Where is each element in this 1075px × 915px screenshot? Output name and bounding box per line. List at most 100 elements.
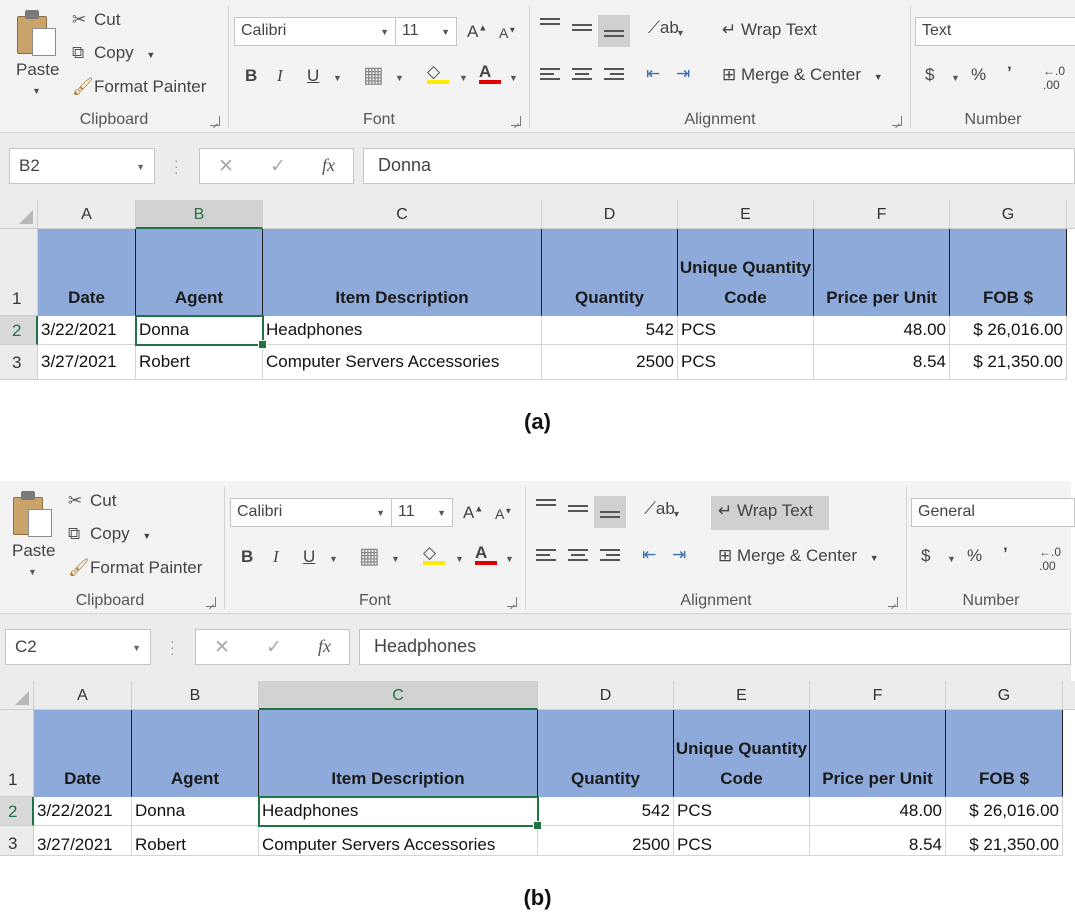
- column-header-d[interactable]: D: [542, 200, 678, 229]
- borders-icon[interactable]: ▦: [359, 543, 380, 569]
- cut-button[interactable]: ✂ Cut: [68, 491, 116, 511]
- merge-center-button[interactable]: ⊞ Merge & Center ▼: [722, 65, 883, 85]
- increase-decimal-icon[interactable]: ←.0.00: [1039, 545, 1061, 573]
- bottom-align-icon[interactable]: [604, 26, 624, 42]
- cell-b3[interactable]: Robert: [136, 345, 263, 380]
- borders-dropdown-icon[interactable]: ▼: [391, 554, 400, 564]
- cell-g3[interactable]: $ 21,350.00: [950, 345, 1067, 380]
- column-header-g[interactable]: G: [946, 681, 1063, 710]
- cancel-icon[interactable]: ✕: [218, 155, 234, 178]
- column-header-b[interactable]: B: [132, 681, 259, 710]
- cell-e2[interactable]: PCS: [674, 797, 810, 826]
- name-box[interactable]: C2 ▼: [5, 629, 151, 665]
- cancel-icon[interactable]: ✕: [214, 636, 230, 659]
- grow-font-icon[interactable]: A▲: [463, 503, 483, 523]
- formula-input[interactable]: Headphones: [359, 629, 1071, 665]
- font-size-select[interactable]: 11 ▼: [395, 17, 457, 46]
- copy-button[interactable]: ⧉ Copy ▼: [72, 43, 155, 63]
- header-cell-unique-quantity-code[interactable]: Unique Quantity Code: [674, 710, 810, 797]
- decrease-indent-icon[interactable]: ⇤: [646, 64, 660, 84]
- cell-a3[interactable]: 3/27/2021: [38, 345, 136, 380]
- paste-icon[interactable]: [17, 10, 59, 56]
- paste-button[interactable]: Paste: [16, 60, 59, 80]
- wrap-text-button[interactable]: ↵ Wrap Text: [722, 20, 817, 40]
- underline-button[interactable]: U: [303, 547, 315, 567]
- cell-g2[interactable]: $ 26,016.00: [946, 797, 1063, 826]
- copy-dropdown-icon[interactable]: ▼: [142, 531, 151, 541]
- enter-check-icon[interactable]: ✓: [266, 636, 282, 659]
- align-center-icon[interactable]: [572, 68, 592, 84]
- header-cell-item-description[interactable]: Item Description: [263, 229, 542, 316]
- column-header-d[interactable]: D: [538, 681, 674, 710]
- row-header-2[interactable]: 2: [0, 316, 38, 345]
- comma-button[interactable]: ’: [1007, 63, 1012, 83]
- orientation-dropdown-icon[interactable]: ▼: [672, 509, 681, 519]
- cell-a3[interactable]: 3/27/2021: [34, 826, 132, 856]
- decrease-indent-icon[interactable]: ⇤: [642, 545, 656, 565]
- header-cell-price-per-unit[interactable]: Price per Unit: [814, 229, 950, 316]
- bottom-align-icon[interactable]: [600, 507, 620, 523]
- cell-a2[interactable]: 3/22/2021: [38, 316, 136, 345]
- font-color-icon[interactable]: A: [479, 62, 501, 84]
- column-header-a[interactable]: A: [34, 681, 132, 710]
- paste-dropdown-icon[interactable]: ▼: [32, 86, 41, 96]
- orientation-dropdown-icon[interactable]: ▼: [676, 28, 685, 38]
- bold-button[interactable]: B: [241, 547, 253, 567]
- align-left-icon[interactable]: [536, 549, 556, 565]
- cell-c3[interactable]: Computer Servers Accessories: [263, 345, 542, 380]
- fill-color-icon[interactable]: ◇: [427, 62, 449, 84]
- font-size-select[interactable]: 11 ▼: [391, 498, 453, 527]
- clipboard-launcher-icon[interactable]: [210, 116, 220, 126]
- font-color-dropdown-icon[interactable]: ▼: [509, 73, 518, 83]
- header-cell-unique-quantity-code[interactable]: Unique Quantity Code: [678, 229, 814, 316]
- column-header-f[interactable]: F: [814, 200, 950, 229]
- align-left-icon[interactable]: [540, 68, 560, 84]
- fill-color-icon[interactable]: ◇: [423, 543, 445, 565]
- column-header-e[interactable]: E: [674, 681, 810, 710]
- cell-d2[interactable]: 542: [542, 316, 678, 345]
- middle-align-icon[interactable]: [572, 22, 592, 38]
- font-launcher-icon[interactable]: [511, 116, 521, 126]
- borders-dropdown-icon[interactable]: ▼: [395, 73, 404, 83]
- header-cell-price-per-unit[interactable]: Price per Unit: [810, 710, 946, 797]
- fill-color-dropdown-icon[interactable]: ▼: [459, 73, 468, 83]
- top-align-icon[interactable]: [540, 18, 560, 34]
- borders-icon[interactable]: ▦: [363, 62, 384, 88]
- column-header-e[interactable]: E: [678, 200, 814, 229]
- name-box[interactable]: B2 ▼: [9, 148, 155, 184]
- enter-check-icon[interactable]: ✓: [270, 155, 286, 178]
- cell-d3[interactable]: 2500: [538, 826, 674, 856]
- currency-dropdown-icon[interactable]: ▼: [947, 554, 956, 564]
- cell-b2[interactable]: Donna: [136, 316, 263, 345]
- paste-button[interactable]: Paste: [12, 541, 55, 561]
- underline-button[interactable]: U: [307, 66, 319, 86]
- column-header-c[interactable]: C: [259, 681, 538, 710]
- font-name-select[interactable]: Calibri ▼: [230, 498, 392, 527]
- font-launcher-icon[interactable]: [507, 597, 517, 607]
- header-cell-date[interactable]: Date: [38, 229, 136, 316]
- format-painter-button[interactable]: 🖌Format Painter: [68, 558, 202, 578]
- align-right-icon[interactable]: [600, 549, 620, 565]
- column-header-b[interactable]: B: [136, 200, 263, 229]
- row-header-2[interactable]: 2: [0, 797, 34, 826]
- underline-dropdown-icon[interactable]: ▼: [333, 73, 342, 83]
- cell-f3[interactable]: 8.54: [810, 826, 946, 856]
- header-cell-agent[interactable]: Agent: [132, 710, 259, 797]
- cell-f2[interactable]: 48.00: [814, 316, 950, 345]
- fill-color-dropdown-icon[interactable]: ▼: [455, 554, 464, 564]
- paste-dropdown-icon[interactable]: ▼: [28, 567, 37, 577]
- cut-button[interactable]: ✂ Cut: [72, 10, 120, 30]
- percent-button[interactable]: %: [967, 546, 982, 566]
- format-painter-button[interactable]: 🖌Format Painter: [72, 77, 206, 97]
- row-header-3[interactable]: 3: [0, 826, 34, 856]
- merge-center-button[interactable]: ⊞ Merge & Center ▼: [718, 546, 879, 566]
- cell-d3[interactable]: 2500: [542, 345, 678, 380]
- increase-decimal-icon[interactable]: ←.0.00: [1043, 64, 1065, 92]
- align-center-icon[interactable]: [568, 549, 588, 565]
- align-right-icon[interactable]: [604, 68, 624, 84]
- merge-dropdown-icon[interactable]: ▼: [870, 553, 879, 563]
- cell-g3[interactable]: $ 21,350.00: [946, 826, 1063, 856]
- cell-c2[interactable]: Headphones: [259, 797, 538, 826]
- orientation-icon[interactable]: ⟋ab: [644, 499, 675, 519]
- grow-font-icon[interactable]: A▲: [467, 22, 487, 42]
